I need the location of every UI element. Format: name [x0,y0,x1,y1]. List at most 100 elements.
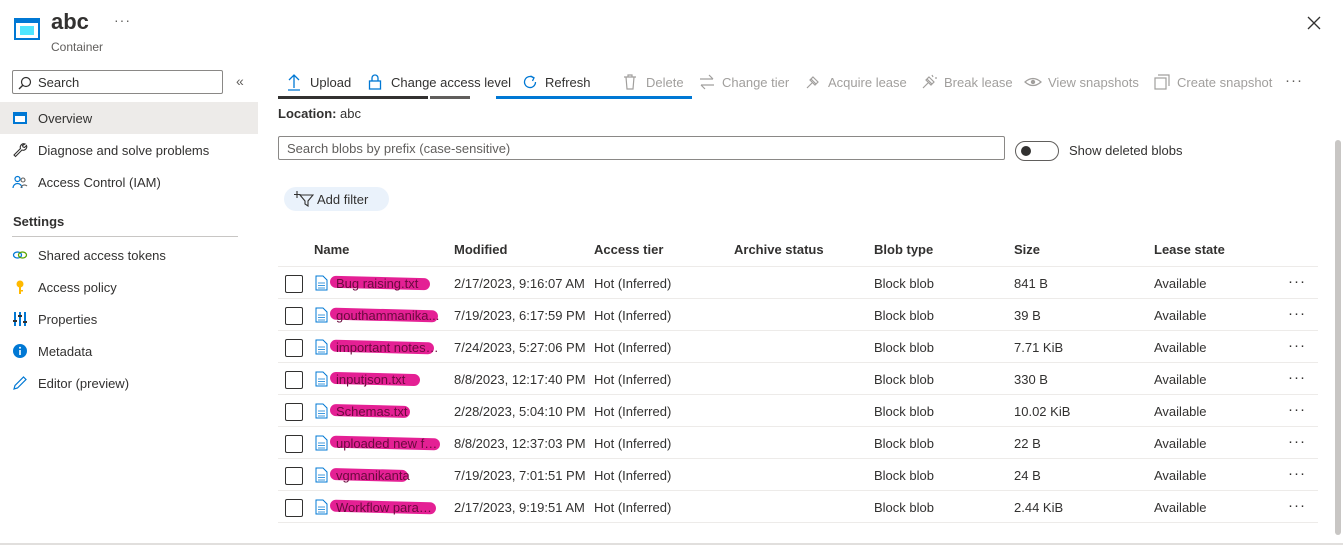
swap-icon [700,74,714,90]
blob-name-link[interactable]: inputjson.txt [336,372,440,387]
table-row[interactable]: inputjson.txt 8/8/2023, 12:17:40 PM Hot … [278,363,1318,395]
page-subtitle: Container [51,40,104,54]
vertical-scrollbar[interactable] [1333,100,1343,540]
file-icon [315,499,328,515]
blob-name-link[interactable]: Bug raising.txt [336,276,440,291]
toolbar-more-button[interactable]: ··· [1285,72,1303,89]
modified-cell: 2/17/2023, 9:16:07 AM [454,276,585,291]
row-checkbox[interactable] [285,339,303,357]
file-icon [315,339,328,355]
collapse-sidebar-button[interactable]: « [236,73,244,89]
wrench-icon [13,143,28,158]
sidebar-search-placeholder: Search [38,75,80,90]
row-checkbox[interactable] [285,307,303,325]
sidebar-search-input[interactable]: Search [12,70,223,94]
blob-name-link[interactable]: uploaded new fil... [336,436,440,451]
row-more-button[interactable]: ··· [1288,369,1306,386]
row-checkbox[interactable] [285,275,303,293]
people-icon [12,175,28,189]
toggle-knob [1021,146,1031,156]
blob-name-link[interactable]: important notes ... [336,340,440,355]
blob-type-cell: Block blob [874,308,934,323]
table-row[interactable]: gouthammanika... 7/19/2023, 6:17:59 PM H… [278,299,1318,331]
modified-cell: 2/28/2023, 5:04:10 PM [454,404,586,419]
blob-name-link[interactable]: Workflow param... [336,500,440,515]
sidebar-item-properties[interactable]: Properties [0,303,258,335]
row-more-button[interactable]: ··· [1288,401,1306,418]
row-checkbox[interactable] [285,403,303,421]
column-header-access-tier[interactable]: Access tier [594,242,663,257]
blob-type-cell: Block blob [874,276,934,291]
table-row[interactable]: important notes ... 7/24/2023, 5:27:06 P… [278,331,1318,363]
size-cell: 22 B [1014,436,1041,451]
column-header-name[interactable]: Name [314,242,349,257]
row-checkbox[interactable] [285,371,303,389]
row-more-button[interactable]: ··· [1288,273,1306,290]
column-header-lease-state[interactable]: Lease state [1154,242,1225,257]
close-icon[interactable] [1305,14,1323,32]
info-icon [13,344,27,358]
sidebar-item-iam[interactable]: Access Control (IAM) [0,166,258,198]
filter-add-icon [294,191,314,207]
blob-type-cell: Block blob [874,340,934,355]
lease-state-cell: Available [1154,404,1207,419]
sidebar: Search « Overview Diagnose and solve pro… [0,62,260,542]
lease-state-cell: Available [1154,372,1207,387]
lease-state-cell: Available [1154,308,1207,323]
show-deleted-blobs-toggle[interactable] [1015,141,1059,161]
sidebar-item-editor[interactable]: Editor (preview) [0,367,258,399]
row-more-button[interactable]: ··· [1288,497,1306,514]
sidebar-item-label: Diagnose and solve problems [38,143,210,158]
sidebar-item-overview[interactable]: Overview [0,102,258,134]
sidebar-item-label: Metadata [38,344,93,359]
blob-prefix-search-input[interactable]: Search blobs by prefix (case-sensitive) [278,136,1005,160]
column-header-blob-type[interactable]: Blob type [874,242,933,257]
blob-type-cell: Block blob [874,404,934,419]
lease-icon [806,76,819,89]
overview-icon [13,112,27,124]
column-header-size[interactable]: Size [1014,242,1040,257]
table-row[interactable]: Schemas.txt 2/28/2023, 5:04:10 PM Hot (I… [278,395,1318,427]
row-more-button[interactable]: ··· [1288,433,1306,450]
access-tier-cell: Hot (Inferred) [594,308,672,323]
sidebar-item-label: Access policy [38,280,117,295]
blob-type-cell: Block blob [874,372,934,387]
bottom-border [0,543,1343,545]
scrollbar-thumb[interactable] [1335,140,1341,535]
column-header-modified[interactable]: Modified [454,242,507,257]
add-filter-label: Add filter [317,192,369,207]
lease-state-cell: Available [1154,276,1207,291]
sidebar-item-metadata[interactable]: Metadata [0,335,258,367]
blob-name-link[interactable]: Schemas.txt [336,404,440,419]
file-icon [315,403,328,419]
row-more-button[interactable]: ··· [1288,465,1306,482]
blob-name-link[interactable]: gouthammanika... [336,308,440,323]
column-header-archive-status[interactable]: Archive status [734,242,824,257]
size-cell: 10.02 KiB [1014,404,1071,419]
upload-icon [288,74,300,91]
row-more-button[interactable]: ··· [1288,337,1306,354]
key-icon [16,280,24,294]
lock-icon [368,74,382,90]
table-row[interactable]: uploaded new fil... 8/8/2023, 12:37:03 P… [278,427,1318,459]
header-more-button[interactable]: ··· [114,12,131,28]
row-checkbox[interactable] [285,467,303,485]
sidebar-item-label: Overview [38,111,93,126]
sidebar-item-diagnose[interactable]: Diagnose and solve problems [0,134,258,166]
row-checkbox[interactable] [285,435,303,453]
table-row[interactable]: vgmanikanta 7/19/2023, 7:01:51 PM Hot (I… [278,459,1318,491]
container-icon [14,18,40,40]
sidebar-item-shared-access-tokens[interactable]: Shared access tokens [0,239,258,271]
sidebar-item-access-policy[interactable]: Access policy [0,271,258,303]
break-lease-icon [922,74,937,89]
blob-name-link[interactable]: vgmanikanta [336,468,440,483]
row-divider [278,522,1318,523]
add-filter-button[interactable]: Add filter [284,187,389,211]
row-more-button[interactable]: ··· [1288,305,1306,322]
access-tier-cell: Hot (Inferred) [594,404,672,419]
table-row[interactable]: Bug raising.txt 2/17/2023, 9:16:07 AM Ho… [278,267,1318,299]
table-row[interactable]: Workflow param... 2/17/2023, 9:19:51 AM … [278,491,1318,523]
lease-state-cell: Available [1154,436,1207,451]
size-cell: 2.44 KiB [1014,500,1064,515]
row-checkbox[interactable] [285,499,303,517]
